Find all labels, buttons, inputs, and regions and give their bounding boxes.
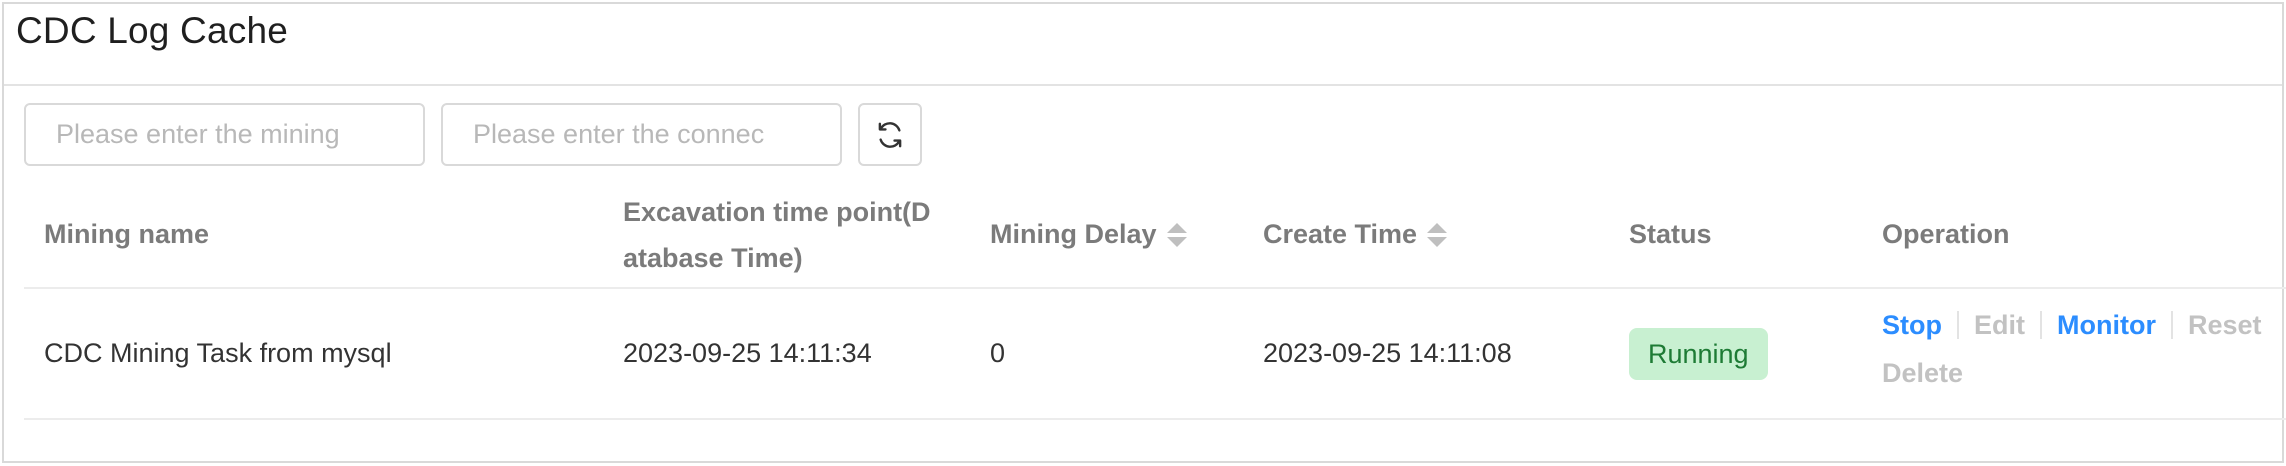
toolbar bbox=[24, 103, 922, 166]
table-header: Mining name Excavation time point(D atab… bbox=[24, 182, 2286, 289]
operations-cell: Stop Edit Monitor Reset Delete bbox=[1882, 301, 2286, 397]
mining-delay-header-label: Mining Delay bbox=[990, 219, 1157, 249]
excavation-time-header-line-1: Excavation time point(D bbox=[623, 196, 931, 227]
mining-tasks-table: Mining name Excavation time point(D atab… bbox=[24, 182, 2286, 420]
reset-button[interactable]: Reset bbox=[2188, 310, 2262, 341]
status-cell: Running bbox=[1629, 289, 1768, 418]
refresh-icon bbox=[878, 121, 902, 148]
cdc-log-cache-panel: CDC Log Cache Mining name Excavation tim… bbox=[2, 2, 2286, 463]
refresh-button[interactable] bbox=[858, 103, 922, 166]
operation-separator bbox=[2170, 311, 2173, 339]
page-title: CDC Log Cache bbox=[16, 10, 289, 51]
excavation-time-header-label: Excavation time point(D atabase Time) bbox=[623, 189, 931, 281]
sort-descending-icon bbox=[1427, 236, 1448, 247]
operations-row-2: Delete bbox=[1882, 349, 2286, 397]
status-badge: Running bbox=[1629, 327, 1768, 380]
mining-name-header-label: Mining name bbox=[44, 219, 210, 249]
operation-header-label: Operation bbox=[1882, 219, 2010, 249]
status-header-label: Status bbox=[1629, 219, 1712, 249]
column-header-mining-name: Mining name bbox=[44, 182, 209, 287]
delete-button[interactable]: Delete bbox=[1882, 358, 1963, 389]
sort-icon[interactable] bbox=[1166, 222, 1187, 247]
mining-delay-cell: 0 bbox=[990, 338, 1006, 368]
column-header-status: Status bbox=[1629, 182, 1712, 287]
column-header-excavation-time: Excavation time point(D atabase Time) bbox=[623, 182, 931, 287]
connection-search-input[interactable] bbox=[441, 103, 842, 166]
operations-row-1: Stop Edit Monitor Reset bbox=[1882, 301, 2286, 349]
column-header-operation: Operation bbox=[1882, 182, 2010, 287]
operation-separator bbox=[1957, 311, 1959, 339]
column-header-create-time[interactable]: Create Time bbox=[1263, 182, 1448, 287]
mining-name-cell: CDC Mining Task from mysql bbox=[44, 338, 392, 368]
operation-separator bbox=[2040, 311, 2042, 339]
edit-button[interactable]: Edit bbox=[1974, 310, 2025, 341]
sort-ascending-icon bbox=[1166, 222, 1187, 233]
column-header-mining-delay[interactable]: Mining Delay bbox=[990, 182, 1187, 287]
sort-descending-icon bbox=[1166, 236, 1187, 247]
create-time-cell: 2023-09-25 14:11:08 bbox=[1263, 338, 1512, 368]
sort-ascending-icon bbox=[1427, 222, 1448, 233]
mining-search-input[interactable] bbox=[24, 103, 425, 166]
header-divider bbox=[4, 84, 2282, 86]
table-row: CDC Mining Task from mysql 2023-09-25 14… bbox=[24, 289, 2286, 420]
excavation-time-cell: 2023-09-25 14:11:34 bbox=[623, 338, 872, 368]
stop-button[interactable]: Stop bbox=[1882, 310, 1942, 341]
excavation-time-header-line-2: atabase Time) bbox=[623, 242, 803, 273]
sort-icon[interactable] bbox=[1427, 222, 1448, 247]
create-time-header-label: Create Time bbox=[1263, 219, 1418, 249]
monitor-button[interactable]: Monitor bbox=[2057, 310, 2156, 341]
